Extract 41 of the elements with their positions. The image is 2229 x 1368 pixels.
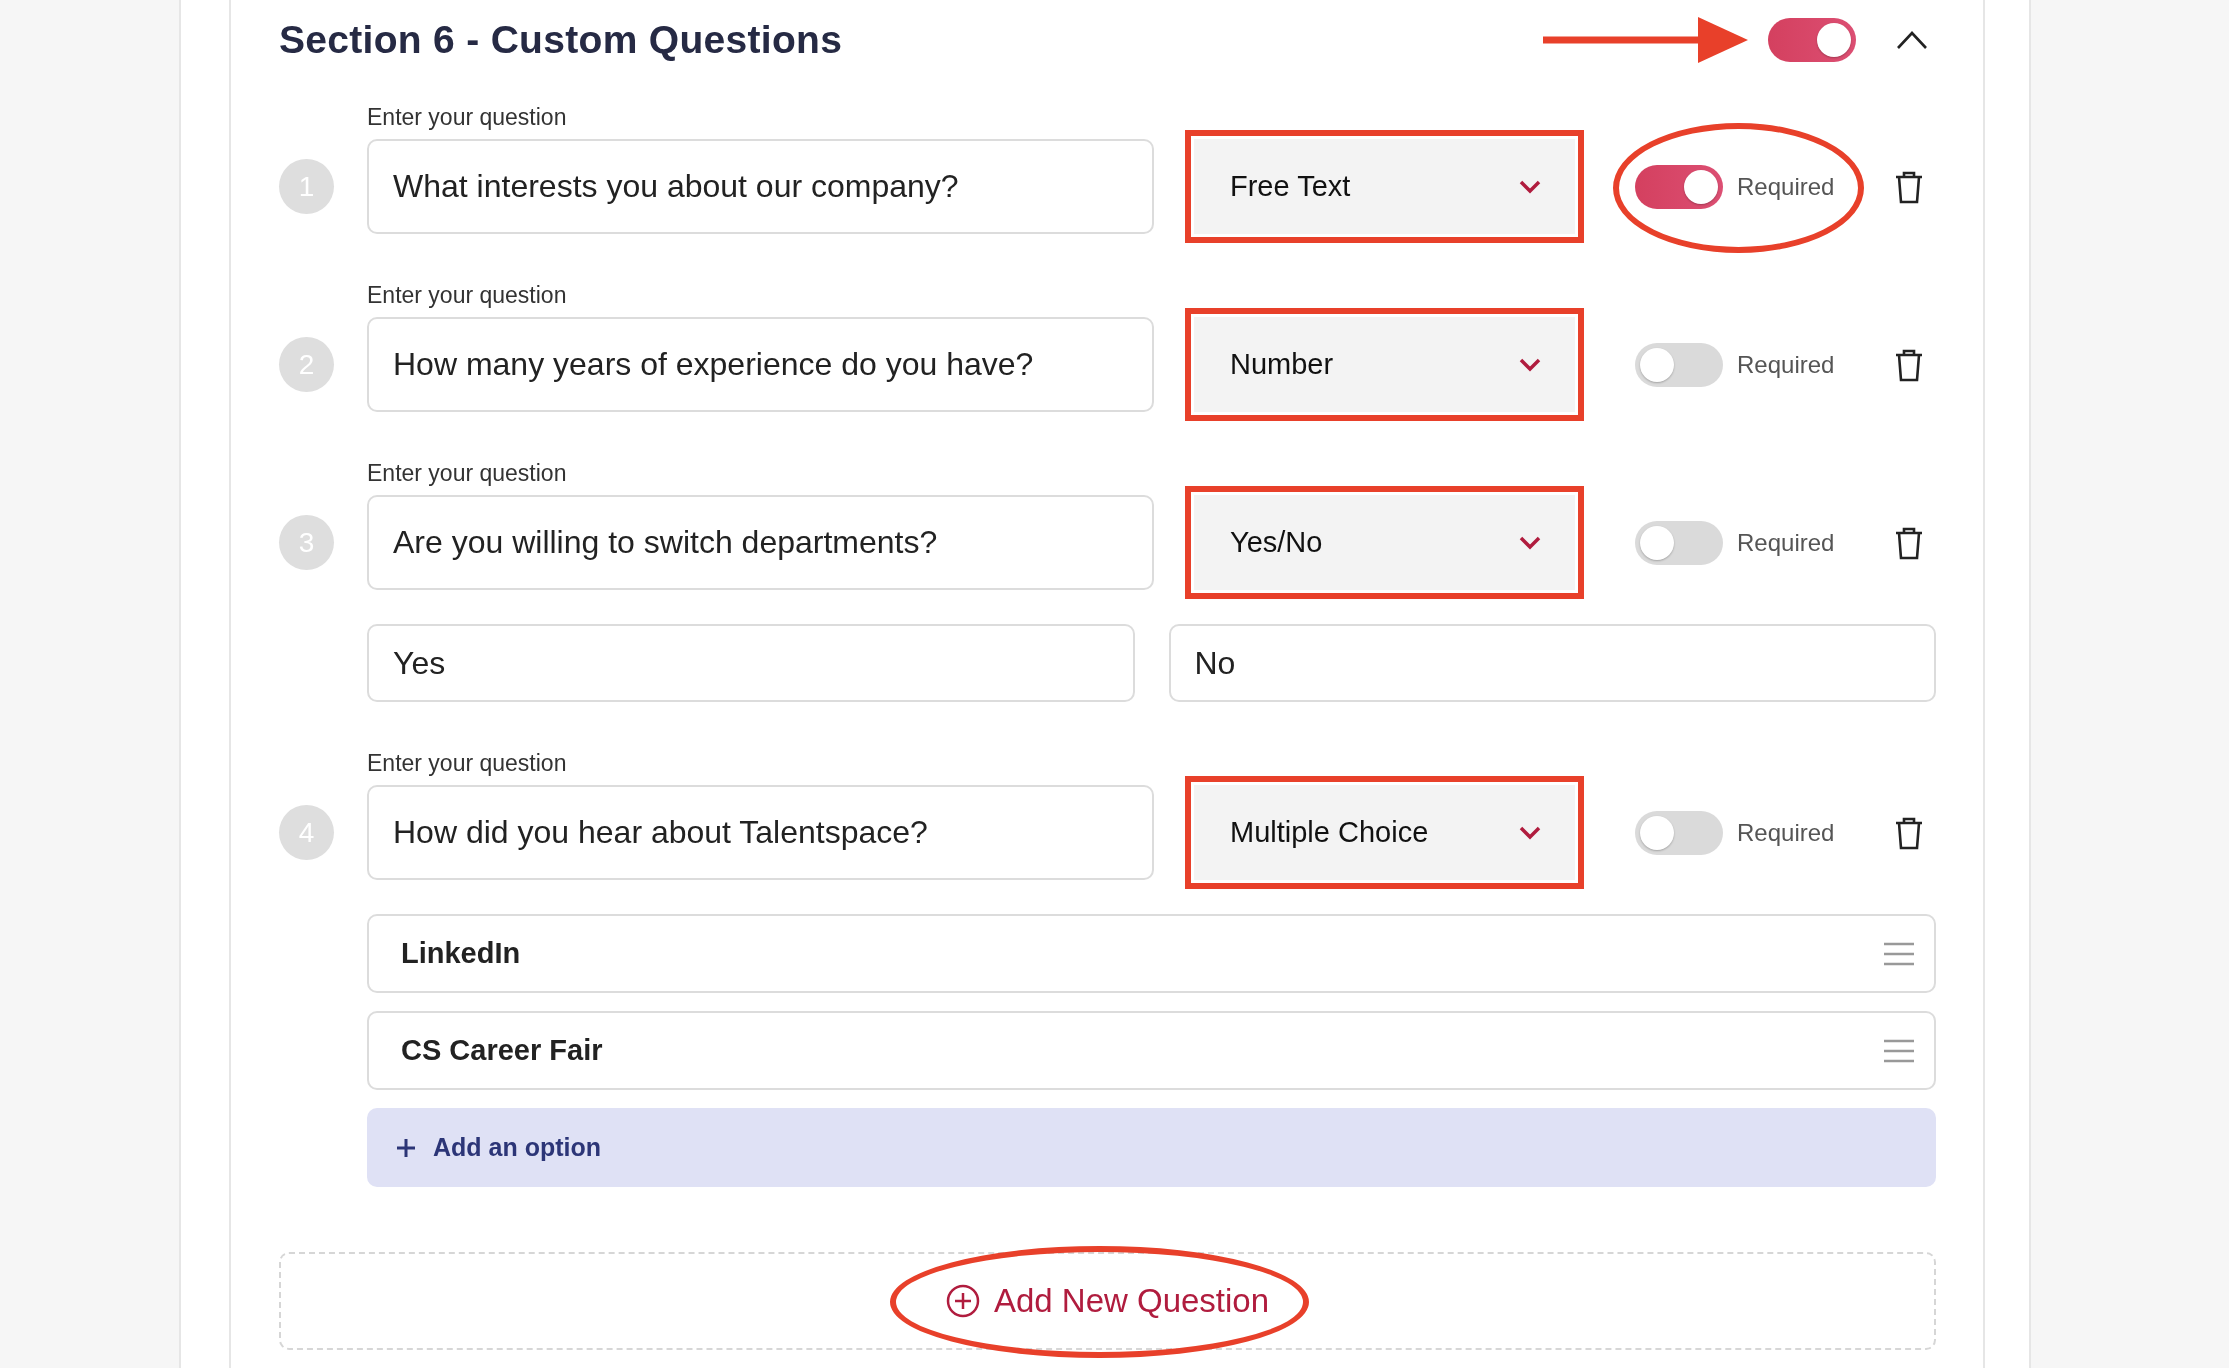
toggle-switch[interactable] <box>1768 18 1856 62</box>
trash-icon[interactable] <box>1894 169 1924 204</box>
section-title: Section 6 - Custom Questions <box>279 18 844 62</box>
trash-icon[interactable] <box>1894 347 1924 382</box>
answer-input[interactable]: Yes <box>367 624 1135 702</box>
toggle-switch[interactable] <box>1635 342 1723 387</box>
required-label: Required <box>1737 350 1835 379</box>
chevron-down-icon <box>1519 825 1541 840</box>
chevron-down-icon <box>1519 179 1541 194</box>
question-type-dropdown[interactable]: Free Text <box>1194 139 1575 234</box>
toggle-switch[interactable] <box>1635 810 1723 855</box>
drag-handle-icon[interactable] <box>1884 941 1914 966</box>
question-type-dropdown[interactable]: Number <box>1194 317 1575 412</box>
question-type-dropdown[interactable]: Multiple Choice <box>1194 785 1575 880</box>
plus-icon <box>397 1138 415 1157</box>
chevron-down-icon <box>1519 357 1541 372</box>
plus-circle-icon <box>945 1284 980 1318</box>
field-label: Enter your question <box>367 750 568 778</box>
add-new-question-button[interactable]: Add New Question <box>945 1282 1270 1320</box>
required-label: Required <box>1737 528 1835 557</box>
field-label: Enter your question <box>367 104 568 132</box>
option-input[interactable]: LinkedIn <box>367 914 1936 993</box>
field-label: Enter your question <box>367 460 568 488</box>
trash-icon[interactable] <box>1894 525 1924 560</box>
question-input[interactable]: What interests you about our company? <box>367 139 1154 234</box>
question-input[interactable]: How did you hear about Talentspace? <box>367 785 1154 880</box>
drag-handle-icon[interactable] <box>1884 1038 1914 1063</box>
question-input[interactable]: Are you willing to switch departments? <box>367 495 1154 590</box>
trash-icon[interactable] <box>1894 815 1924 850</box>
answer-input[interactable]: No <box>1168 624 1936 702</box>
required-label: Required <box>1737 818 1835 847</box>
required-label: Required <box>1737 172 1835 201</box>
question-type-dropdown[interactable]: Yes/No <box>1194 495 1575 590</box>
chevron-down-icon <box>1519 535 1541 550</box>
add-option-button[interactable]: Add an option <box>367 1108 1936 1187</box>
option-input[interactable]: CS Career Fair <box>367 1011 1936 1090</box>
question-input[interactable]: How many years of experience do you have? <box>367 317 1154 412</box>
toggle-switch[interactable] <box>1635 520 1723 565</box>
chevron-up-icon[interactable] <box>1896 30 1928 50</box>
field-label: Enter your question <box>367 282 568 310</box>
toggle-switch[interactable] <box>1635 164 1723 209</box>
